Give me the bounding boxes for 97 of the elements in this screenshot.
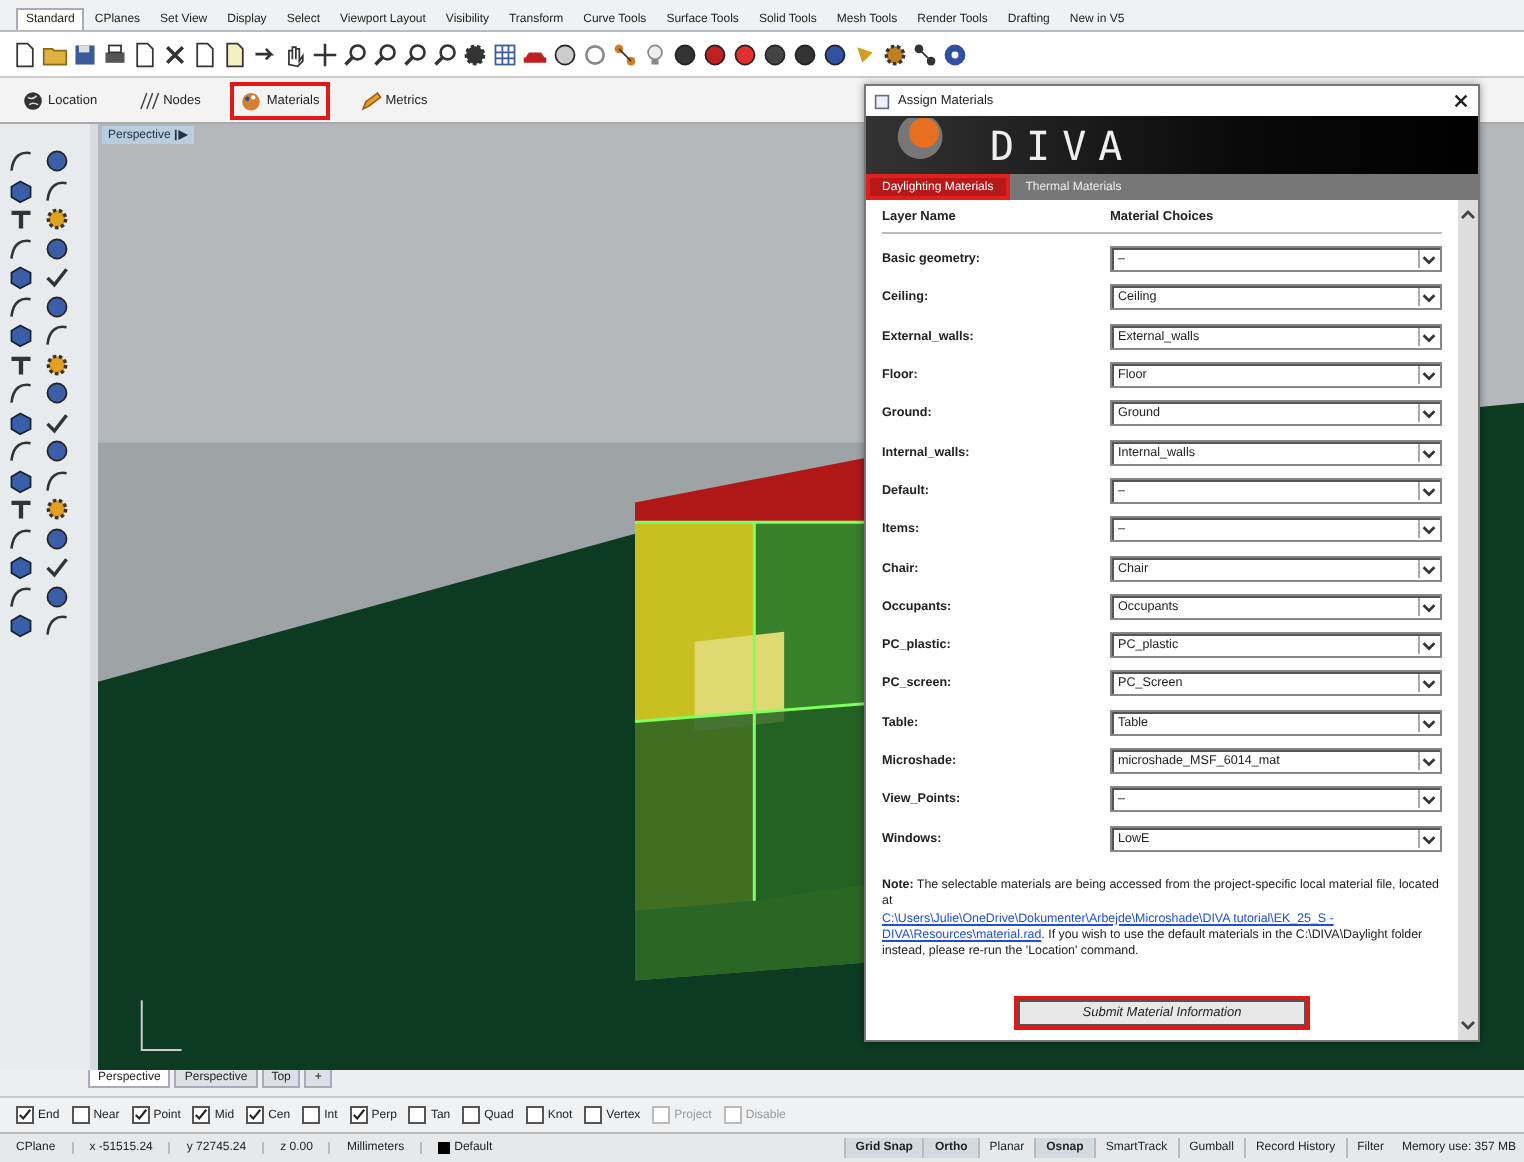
- sphere-icon[interactable]: [672, 41, 698, 67]
- tee-icon[interactable]: [8, 351, 34, 377]
- gear-icon[interactable]: [44, 206, 70, 232]
- checkbox[interactable]: [302, 1106, 321, 1124]
- sphere-icon[interactable]: [822, 41, 848, 67]
- checkbox[interactable]: [16, 1106, 34, 1124]
- scrollbar[interactable]: [1458, 200, 1478, 1040]
- curve-icon[interactable]: [8, 235, 34, 261]
- curve-icon[interactable]: [44, 177, 70, 203]
- chevron-icon: [1418, 829, 1438, 848]
- checkbox[interactable]: [408, 1106, 427, 1124]
- magnifier-icon[interactable]: [402, 41, 428, 67]
- palette-icon: [240, 89, 263, 111]
- sphere-icon[interactable]: [762, 41, 788, 67]
- sphere-icon[interactable]: [702, 41, 728, 67]
- chevron-icon: [1418, 752, 1438, 770]
- chevron-icon: [1418, 674, 1438, 693]
- tee-icon[interactable]: [8, 206, 34, 232]
- sphere-icon[interactable]: [552, 41, 578, 67]
- curve-icon[interactable]: [8, 148, 34, 174]
- chevron-icon: [1418, 404, 1438, 423]
- gear-icon[interactable]: [882, 41, 908, 67]
- sphere-icon[interactable]: [732, 41, 758, 67]
- chevron-icon: [1418, 559, 1438, 578]
- chevron-icon: [1418, 520, 1438, 539]
- pencil-icon: [359, 89, 382, 111]
- magnifier-icon[interactable]: [342, 41, 368, 67]
- box-icon[interactable]: [8, 612, 34, 638]
- chevron-icon: [1418, 597, 1438, 616]
- chevron-icon: [1418, 250, 1438, 269]
- hatch-icon: [137, 89, 160, 111]
- checkbox[interactable]: [246, 1106, 265, 1124]
- checkbox[interactable]: [525, 1106, 544, 1124]
- chevron-icon: [1418, 636, 1438, 655]
- layer-swatch: [438, 1142, 451, 1154]
- chevron-icon: [1418, 481, 1438, 500]
- document-icon[interactable]: [132, 41, 158, 67]
- box-icon[interactable]: [8, 554, 34, 580]
- sphere-icon[interactable]: [792, 41, 818, 67]
- curve-icon[interactable]: [8, 525, 34, 551]
- checkbox[interactable]: [192, 1106, 211, 1124]
- curve-icon[interactable]: [8, 583, 34, 609]
- check-icon[interactable]: [44, 554, 70, 580]
- gear-icon[interactable]: [44, 496, 70, 522]
- document-icon[interactable]: [12, 41, 38, 67]
- logo-text: DIVA: [990, 121, 1135, 169]
- box-icon[interactable]: [8, 467, 34, 493]
- box-icon[interactable]: [8, 322, 34, 348]
- window-icon: [874, 93, 890, 109]
- save-icon[interactable]: [72, 41, 98, 67]
- curve-icon[interactable]: [8, 380, 34, 406]
- close-icon[interactable]: [1452, 92, 1470, 110]
- check-icon[interactable]: [44, 264, 70, 290]
- chevron-icon: [1418, 713, 1438, 732]
- checkbox[interactable]: [584, 1106, 603, 1124]
- checkbox[interactable]: [71, 1106, 90, 1124]
- nodes-icon[interactable]: [612, 41, 638, 67]
- check-icon[interactable]: [44, 409, 70, 435]
- curve-icon[interactable]: [8, 438, 34, 464]
- grid-icon[interactable]: [492, 41, 518, 67]
- sphere-icon[interactable]: [44, 293, 70, 319]
- magnifier-icon[interactable]: [432, 41, 458, 67]
- gear-icon[interactable]: [44, 351, 70, 377]
- chevron-icon: [1418, 366, 1438, 385]
- sphere-icon[interactable]: [44, 525, 70, 551]
- checkbox[interactable]: [131, 1106, 150, 1124]
- sphere-icon[interactable]: [44, 380, 70, 406]
- chevron-icon: [1418, 790, 1438, 809]
- caret-icon[interactable]: [174, 128, 189, 142]
- printer-icon[interactable]: [102, 41, 128, 67]
- help-icon[interactable]: [942, 41, 968, 67]
- hand-icon[interactable]: [282, 41, 308, 67]
- box-icon[interactable]: [8, 409, 34, 435]
- document-icon[interactable]: [192, 41, 218, 67]
- document-icon[interactable]: [222, 41, 248, 67]
- box-icon[interactable]: [8, 177, 34, 203]
- chevron-icon: [1418, 327, 1438, 346]
- chevron-icon: [1418, 443, 1438, 462]
- chevron-icon: [1418, 288, 1438, 307]
- sphere-icon[interactable]: [44, 148, 70, 174]
- box-icon[interactable]: [8, 264, 34, 290]
- globe-icon: [22, 89, 44, 111]
- nodes-icon[interactable]: [912, 41, 938, 67]
- checkbox[interactable]: [462, 1106, 481, 1124]
- checkbox[interactable]: [349, 1106, 368, 1124]
- tee-icon[interactable]: [8, 496, 34, 522]
- cross-icon[interactable]: [162, 41, 188, 67]
- gear-icon[interactable]: [462, 41, 488, 67]
- curve-icon[interactable]: [44, 467, 70, 493]
- curve-icon[interactable]: [44, 322, 70, 348]
- sphere-icon[interactable]: [44, 583, 70, 609]
- curve-icon[interactable]: [44, 612, 70, 638]
- magnifier-icon[interactable]: [372, 41, 398, 67]
- curve-icon[interactable]: [8, 293, 34, 319]
- move-icon[interactable]: [312, 41, 338, 67]
- sphere-icon[interactable]: [44, 235, 70, 261]
- sphere-icon[interactable]: [44, 438, 70, 464]
